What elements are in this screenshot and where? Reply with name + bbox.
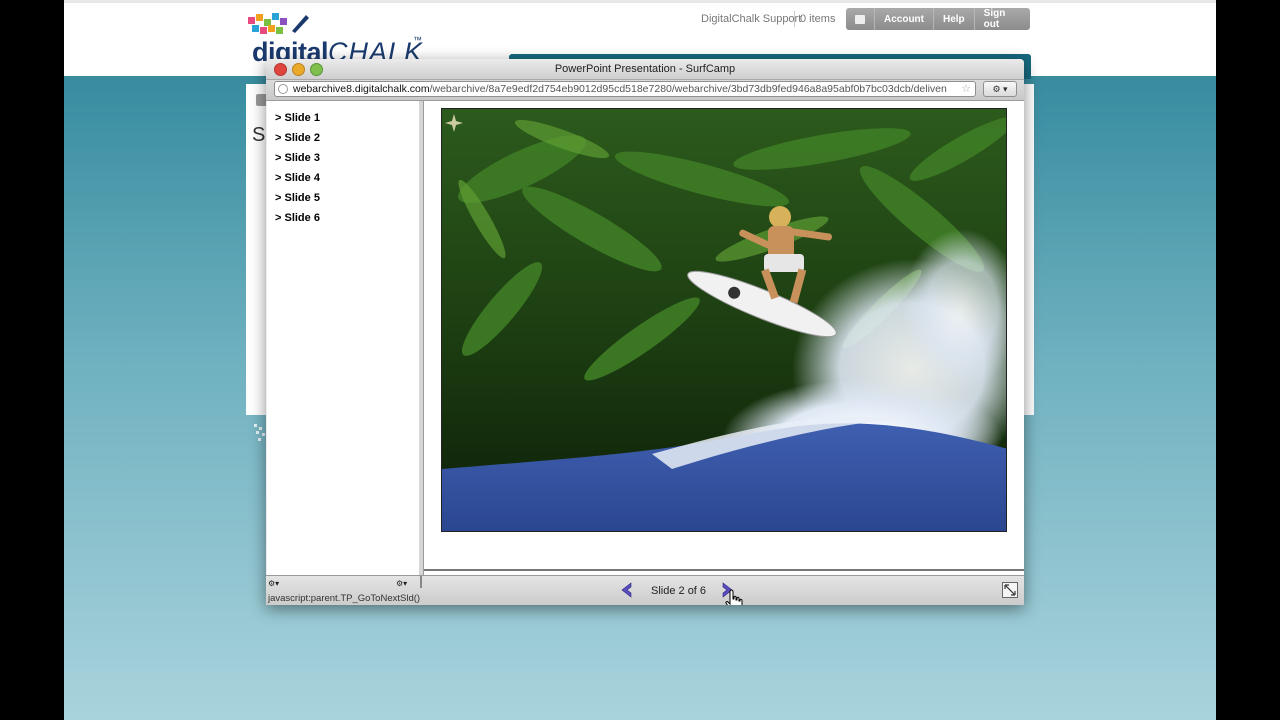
url-text: webarchive8.digitalchalk.com/webarchive/… — [293, 83, 947, 95]
top-nav: Account Help Sign out — [846, 8, 1030, 30]
surfer-slide-image — [441, 108, 1007, 532]
sign-out-button[interactable]: Sign out — [973, 8, 1030, 30]
support-link[interactable]: DigitalChalk Support — [701, 13, 801, 25]
outline-slide-3[interactable]: > Slide 3 — [275, 152, 320, 164]
slide-navigation-bar: ⚙▾ ⚙▾ javascript:parent.TP_GoToNextSld()… — [266, 575, 1024, 605]
slide-pane-divider — [424, 569, 1024, 571]
bookmark-star-icon[interactable]: ☆ — [961, 82, 971, 96]
globe-icon — [278, 84, 288, 94]
outline-slide-1[interactable]: > Slide 1 — [275, 112, 320, 124]
home-icon — [855, 14, 865, 24]
trademark: ™ — [413, 35, 422, 45]
address-bar[interactable]: webarchive8.digitalchalk.com/webarchive/… — [274, 81, 976, 97]
address-toolbar: webarchive8.digitalchalk.com/webarchive/… — [266, 80, 1024, 101]
powerpoint-popup-window: PowerPoint Presentation - SurfCamp webar… — [266, 59, 1024, 605]
outline-slide-2[interactable]: > Slide 2 — [275, 132, 320, 144]
cart-count[interactable]: 0 items — [800, 13, 835, 25]
outline-pane-menu-button[interactable]: ⚙▾ — [268, 579, 286, 589]
outline-pane-options-button[interactable]: ⚙▾ — [396, 579, 414, 589]
page-menu-button[interactable]: ⚙ ▾ — [983, 81, 1017, 97]
divider — [794, 11, 795, 27]
resize-icon[interactable] — [1002, 582, 1018, 598]
home-button[interactable] — [846, 8, 874, 30]
outline-slide-4[interactable]: > Slide 4 — [275, 172, 320, 184]
chalk-pencil-icon — [292, 15, 309, 33]
account-button[interactable]: Account — [874, 8, 933, 30]
help-button[interactable]: Help — [933, 8, 974, 30]
pane-divider-handle[interactable] — [420, 576, 422, 588]
window-title: PowerPoint Presentation - SurfCamp — [554, 63, 736, 75]
slide-counter: Slide 2 of 6 — [651, 585, 707, 597]
hand-cursor-icon — [725, 589, 743, 605]
slide-viewer — [423, 101, 1024, 575]
outline-slide-5[interactable]: > Slide 5 — [275, 192, 320, 204]
prev-arrow-icon[interactable] — [618, 582, 636, 598]
slide-outline-pane: > Slide 1 > Slide 2 > Slide 3 > Slide 4 … — [267, 101, 423, 575]
status-bar-url: javascript:parent.TP_GoToNextSld() — [268, 593, 421, 604]
content-heading: S — [252, 124, 266, 146]
outline-slide-6[interactable]: > Slide 6 — [275, 212, 320, 224]
window-titlebar[interactable]: PowerPoint Presentation - SurfCamp — [266, 59, 1024, 80]
surf-photo — [442, 109, 1006, 531]
